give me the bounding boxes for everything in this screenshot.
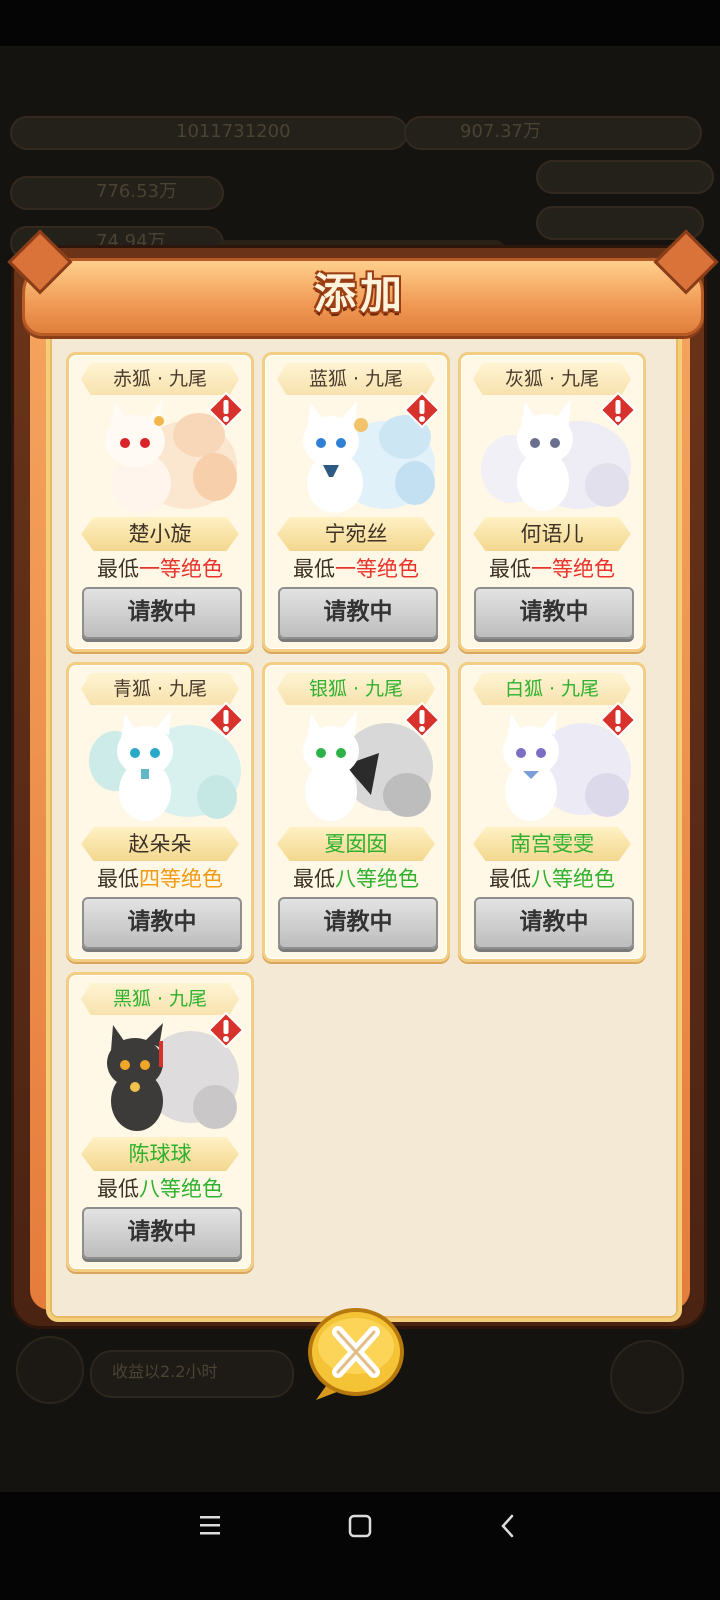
fox-name-plate: 赵朵朵 xyxy=(81,827,239,861)
fox-name-plate: 宁宛丝 xyxy=(277,517,435,551)
fox-name-plate: 何语儿 xyxy=(473,517,631,551)
min-grade-prefix: 最低 xyxy=(293,557,335,581)
min-grade-prefix: 最低 xyxy=(97,867,139,891)
min-grade-value: 八等绝色 xyxy=(335,867,419,891)
fox-name-plate: 楚小旋 xyxy=(81,517,239,551)
min-grade-value: 一等绝色 xyxy=(531,557,615,581)
fox-name-plate: 南宫雯雯 xyxy=(473,827,631,861)
min-grade-requirement: 最低八等绝色 xyxy=(69,1173,251,1205)
fox-name-plate: 陈球球 xyxy=(81,1137,239,1171)
min-grade-requirement: 最低一等绝色 xyxy=(69,553,251,585)
exclamation-alert-icon xyxy=(599,391,637,429)
menu-icon[interactable] xyxy=(196,1512,224,1538)
min-grade-requirement: 最低八等绝色 xyxy=(461,863,643,895)
min-grade-prefix: 最低 xyxy=(97,1177,139,1201)
bg-bottom-pill: 收益以2.2小时 xyxy=(90,1350,294,1398)
back-chevron-icon[interactable] xyxy=(498,1512,518,1540)
bg-left-circle xyxy=(16,1336,84,1404)
bg-row2-bar: 776.53万 xyxy=(10,176,224,210)
fox-card-yinhu[interactable]: 银狐 · 九尾 夏囡囡 最低八等绝色 请教中 xyxy=(262,662,450,962)
min-grade-prefix: 最低 xyxy=(97,557,139,581)
fox-card-chihu[interactable]: 赤狐 · 九尾 楚小旋 最低一等绝色 请教中 xyxy=(66,352,254,652)
min-grade-requirement: 最低四等绝色 xyxy=(69,863,251,895)
fox-name-plate: 夏囡囡 xyxy=(277,827,435,861)
bg-right-circle xyxy=(610,1340,684,1414)
bg-right-stat-1 xyxy=(536,160,714,194)
teaching-status-button[interactable]: 请教中 xyxy=(474,587,634,639)
teaching-status-button[interactable]: 请教中 xyxy=(82,587,242,639)
min-grade-value: 一等绝色 xyxy=(139,557,223,581)
status-bar xyxy=(0,0,720,46)
system-navigation-bar xyxy=(0,1492,720,1600)
exclamation-alert-icon xyxy=(403,701,441,739)
bg-top-left-bar: 1011731200 xyxy=(10,116,408,150)
teaching-status-button[interactable]: 请教中 xyxy=(474,897,634,949)
fox-card-baihu[interactable]: 白狐 · 九尾 南宫雯雯 最低八等绝色 请教中 xyxy=(458,662,646,962)
min-grade-prefix: 最低 xyxy=(489,867,531,891)
min-grade-requirement: 最低一等绝色 xyxy=(265,553,447,585)
fox-card-qinghu[interactable]: 青狐 · 九尾 赵朵朵 最低四等绝色 请教中 xyxy=(66,662,254,962)
bg-top-right-value: 907.37万 xyxy=(460,121,541,142)
fox-card-lanhu[interactable]: 蓝狐 · 九尾 宁宛丝 最低一等绝色 请教中 xyxy=(262,352,450,652)
teaching-status-button[interactable]: 请教中 xyxy=(278,587,438,639)
dialog-title: 添加 xyxy=(313,269,406,318)
bg-row2-value: 776.53万 xyxy=(96,181,177,202)
teaching-status-button[interactable]: 请教中 xyxy=(82,897,242,949)
teaching-status-button[interactable]: 请教中 xyxy=(82,1207,242,1259)
exclamation-alert-icon xyxy=(403,391,441,429)
exclamation-alert-icon xyxy=(207,1011,245,1049)
min-grade-prefix: 最低 xyxy=(489,557,531,581)
min-grade-value: 四等绝色 xyxy=(139,867,223,891)
teaching-status-button[interactable]: 请教中 xyxy=(278,897,438,949)
bg-bottom-pill-text: 收益以2.2小时 xyxy=(112,1362,218,1381)
min-grade-value: 八等绝色 xyxy=(139,1177,223,1201)
exclamation-alert-icon xyxy=(599,701,637,739)
home-square-icon[interactable] xyxy=(346,1512,374,1540)
bg-top-right-bar: 907.37万 xyxy=(404,116,702,150)
exclamation-alert-icon xyxy=(207,391,245,429)
fox-card-heihu[interactable]: 黑狐 · 九尾 陈球球 最低八等绝色 请教中 xyxy=(66,972,254,1272)
min-grade-prefix: 最低 xyxy=(293,867,335,891)
bg-top-left-value: 1011731200 xyxy=(176,121,291,142)
exclamation-alert-icon xyxy=(207,701,245,739)
close-x-icon[interactable] xyxy=(306,1306,406,1402)
fox-card-huihu[interactable]: 灰狐 · 九尾 何语儿 最低一等绝色 请教中 xyxy=(458,352,646,652)
min-grade-requirement: 最低一等绝色 xyxy=(461,553,643,585)
min-grade-value: 八等绝色 xyxy=(531,867,615,891)
min-grade-requirement: 最低八等绝色 xyxy=(265,863,447,895)
min-grade-value: 一等绝色 xyxy=(335,557,419,581)
